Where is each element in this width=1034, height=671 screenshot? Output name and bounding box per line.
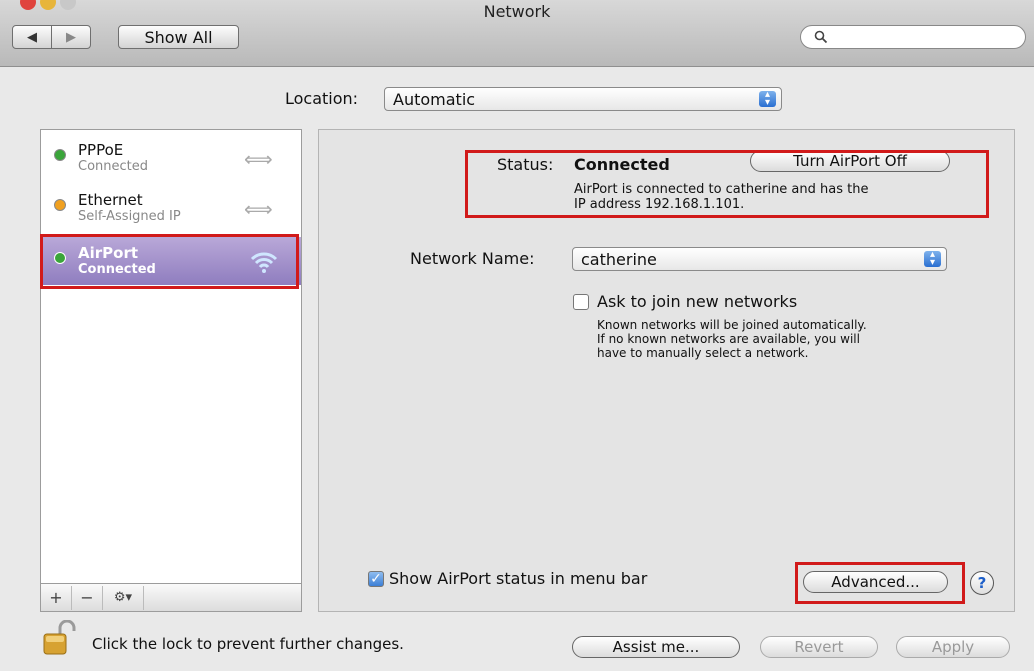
show-all-label: Show All [144, 27, 213, 47]
revert-label: Revert [794, 638, 844, 656]
popup-arrows-icon: ▴ ▾ [924, 250, 941, 268]
remove-service-button[interactable]: − [72, 585, 103, 610]
service-status: Connected [78, 159, 149, 174]
forward-button[interactable]: ▶ [51, 25, 91, 49]
popup-arrows-icon: ▴ ▾ [759, 90, 776, 108]
apply-button[interactable]: Apply [896, 636, 1010, 658]
search-input[interactable] [800, 25, 1026, 49]
ask-to-join-help-line2: If no known networks are available, you … [597, 332, 860, 346]
apply-label: Apply [931, 638, 975, 656]
lock-message: Click the lock to prevent further change… [92, 635, 404, 653]
back-button[interactable]: ◀ [12, 25, 52, 49]
arrows-icon: ⟺ [244, 147, 273, 171]
location-popup[interactable]: Automatic ▴ ▾ [384, 87, 782, 111]
service-name: PPPoE [78, 141, 124, 159]
show-status-label[interactable]: Show AirPort status in menu bar [389, 569, 647, 588]
ask-to-join-checkbox[interactable] [573, 294, 589, 310]
status-indicator-icon [54, 199, 66, 211]
window-toolbar: Network ◀ ▶ Show All [0, 0, 1034, 67]
add-service-button[interactable]: + [41, 585, 72, 610]
service-list: PPPoE Connected ⟺ Ethernet Self-Assigned… [40, 129, 302, 584]
highlight-advanced-button [795, 562, 965, 604]
ask-to-join-help-line1: Known networks will be joined automatica… [597, 318, 867, 332]
service-item-ethernet[interactable]: Ethernet Self-Assigned IP ⟺ [41, 184, 301, 232]
service-name: Ethernet [78, 191, 143, 209]
ask-to-join-label[interactable]: Ask to join new networks [597, 292, 797, 311]
forward-arrow-icon: ▶ [66, 29, 76, 45]
assist-me-button[interactable]: Assist me... [572, 636, 740, 658]
highlight-status-area [465, 150, 989, 218]
assist-me-label: Assist me... [612, 638, 700, 656]
magnifier-icon [814, 30, 828, 44]
ask-to-join-help: Known networks will be joined automatica… [597, 318, 867, 360]
revert-button[interactable]: Revert [760, 636, 878, 658]
arrows-icon: ⟺ [244, 197, 273, 221]
network-name-label: Network Name: [410, 249, 535, 268]
service-status: Self-Assigned IP [78, 209, 181, 224]
status-indicator-icon [54, 149, 66, 161]
show-status-checkbox[interactable]: ✓ [368, 571, 384, 587]
network-name-value: catherine [581, 249, 657, 269]
actions-gear-icon[interactable]: ⚙▾ [103, 585, 144, 610]
lock-icon[interactable] [38, 620, 80, 656]
location-label: Location: [285, 89, 359, 108]
back-arrow-icon: ◀ [27, 29, 37, 45]
location-value: Automatic [393, 89, 476, 109]
service-list-footer: + − ⚙▾ [40, 584, 302, 612]
service-item-pppoe[interactable]: PPPoE Connected ⟺ [41, 134, 301, 182]
highlight-airport-service [40, 234, 299, 289]
network-name-popup[interactable]: catherine ▴ ▾ [572, 247, 947, 271]
help-button[interactable]: ? [970, 571, 994, 595]
ask-to-join-help-line3: have to manually select a network. [597, 346, 809, 360]
show-all-button[interactable]: Show All [118, 25, 239, 49]
window-title: Network [483, 2, 551, 21]
